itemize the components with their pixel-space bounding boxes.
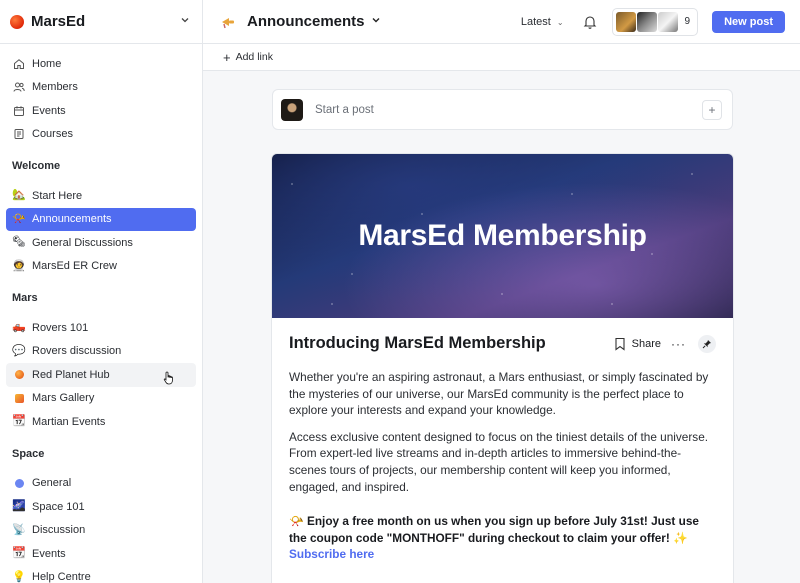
sidebar-item-start-here[interactable]: 🏡 Start Here <box>6 184 196 208</box>
community-name: MarsEd <box>31 13 86 30</box>
more-options-icon[interactable]: ··· <box>671 337 686 351</box>
plus-icon: + <box>223 49 231 65</box>
sidebar-item-space-events[interactable]: 📆 Events <box>6 542 196 566</box>
avatar <box>281 98 303 121</box>
post-paragraph: Whether you're an aspiring astronaut, a … <box>289 370 709 418</box>
post-cover-image: MarsEd Membership <box>272 154 733 318</box>
post-promo: 📯 Enjoy a free month on us when you sign… <box>289 513 716 563</box>
composer-placeholder[interactable]: Start a post <box>315 104 702 116</box>
space-title[interactable]: Announcements <box>247 13 365 30</box>
community-switcher[interactable]: MarsEd <box>0 0 202 44</box>
new-post-button[interactable]: New post <box>712 10 785 33</box>
avatar <box>657 11 678 32</box>
sidebar-item-label: Rovers discussion <box>32 345 122 358</box>
mars-logo-icon <box>10 14 24 29</box>
sidebar-item-label: Members <box>32 81 78 94</box>
sidebar-item-label: Rovers 101 <box>32 321 89 334</box>
post-title[interactable]: Introducing MarsEd Membership <box>289 334 614 353</box>
gallery-icon <box>12 391 26 405</box>
sidebar-item-label: Home <box>32 57 62 70</box>
sidebar-item-label: General <box>32 477 72 490</box>
section-title-mars: Mars <box>12 292 38 304</box>
space-toolbar: + Add link <box>203 44 800 71</box>
astronaut-emoji-icon: 🧑‍🚀 <box>12 259 26 272</box>
cover-title: MarsEd Membership <box>358 219 647 252</box>
sort-dropdown[interactable]: Latest ⌄ <box>521 16 564 28</box>
section-title-welcome: Welcome <box>12 160 61 172</box>
subscribe-link[interactable]: Subscribe here <box>289 547 374 561</box>
add-link-label: Add link <box>235 51 273 63</box>
sidebar-item-members[interactable]: Members <box>6 76 196 100</box>
sidebar-item-mars-gallery[interactable]: Mars Gallery <box>6 387 196 411</box>
sidebar-item-general-discussions[interactable]: 🗞 General Discussions <box>6 231 196 255</box>
chevron-down-icon: ⌄ <box>556 17 564 27</box>
members-avatar-stack[interactable]: 9 <box>611 7 699 36</box>
hand-cursor-icon <box>163 371 173 385</box>
sidebar-item-label: Events <box>32 547 66 560</box>
house-emoji-icon: 🏡 <box>12 189 26 202</box>
sidebar-item-martian-events[interactable]: 📆 Martian Events <box>6 410 196 434</box>
calendar-emoji-icon: 📆 <box>12 547 26 560</box>
sidebar-item-rovers-discussion[interactable]: 💬 Rovers discussion <box>6 340 196 364</box>
rover-emoji-icon: 🛻 <box>12 321 26 334</box>
red-planet-icon <box>12 368 26 382</box>
bell-icon[interactable] <box>582 14 598 30</box>
post-composer[interactable]: Start a post + <box>272 89 733 130</box>
sidebar-item-help-centre[interactable]: 💡 Help Centre <box>6 566 196 583</box>
space-header: Announcements Latest ⌄ 9 New post <box>203 0 800 44</box>
members-icon <box>12 80 26 94</box>
courses-icon <box>12 127 26 141</box>
member-count: 9 <box>684 16 691 27</box>
share-button[interactable]: Share <box>632 338 661 350</box>
sidebar-item-label: Red Planet Hub <box>32 368 110 381</box>
pin-icon[interactable] <box>698 334 716 353</box>
sidebar-item-label: Discussion <box>32 524 86 537</box>
add-link-button[interactable]: + Add link <box>223 51 273 64</box>
post-card: MarsEd Membership Introducing MarsEd Mem… <box>271 153 734 583</box>
chevron-down-icon[interactable] <box>371 15 381 28</box>
sidebar-item-space-101[interactable]: 🌌 Space 101 <box>6 495 196 519</box>
sidebar-item-events[interactable]: Events <box>6 99 196 123</box>
calendar-emoji-icon: 📆 <box>12 415 26 428</box>
sort-label: Latest <box>520 15 551 28</box>
galaxy-emoji-icon: 🌌 <box>12 500 26 513</box>
avatar <box>615 11 636 32</box>
trumpet-icon <box>219 13 237 31</box>
sidebar-item-label: Mars Gallery <box>32 392 95 405</box>
chevron-down-icon <box>180 15 190 28</box>
sidebar-item-courses[interactable]: Courses <box>6 123 196 147</box>
sidebar: MarsEd Home Members Events Courses Welco… <box>0 0 203 583</box>
lightbulb-emoji-icon: 💡 <box>12 570 26 583</box>
sidebar-item-label: Announcements <box>32 213 112 226</box>
sidebar-item-er-crew[interactable]: 🧑‍🚀 MarsEd ER Crew <box>6 255 196 279</box>
newspaper-emoji-icon: 🗞 <box>12 236 26 249</box>
sidebar-item-label: Start Here <box>32 189 83 202</box>
sidebar-item-label: Courses <box>32 128 73 141</box>
bookmark-icon[interactable] <box>614 337 626 351</box>
sidebar-item-label: MarsEd ER Crew <box>32 260 117 273</box>
sidebar-item-home[interactable]: Home <box>6 52 196 76</box>
sidebar-item-label: Martian Events <box>32 415 106 428</box>
satellite-emoji-icon: 📡 <box>12 523 26 536</box>
trumpet-emoji-icon: 📯 <box>12 212 26 225</box>
blue-dot-icon <box>12 476 26 490</box>
avatar <box>636 11 657 32</box>
sidebar-item-discussion[interactable]: 📡 Discussion <box>6 519 196 543</box>
home-icon <box>12 57 26 71</box>
feed: Start a post + MarsEd Membership Introdu… <box>203 71 800 583</box>
sidebar-item-announcements[interactable]: 📯 Announcements <box>6 207 196 231</box>
post-paragraph: Access exclusive content designed to foc… <box>289 429 709 494</box>
sidebar-item-general[interactable]: General <box>6 472 196 496</box>
sidebar-nav: Home Members Events Courses Welcome 🏡 St… <box>0 44 202 583</box>
calendar-icon <box>12 104 26 118</box>
sidebar-item-label: Space 101 <box>32 500 85 513</box>
sidebar-item-label: Help Centre <box>32 571 91 583</box>
section-title-space: Space <box>12 447 45 460</box>
sidebar-item-rovers-101[interactable]: 🛻 Rovers 101 <box>6 316 196 340</box>
promo-text: 📯 Enjoy a free month on us when you sign… <box>289 514 699 545</box>
plus-icon[interactable]: + <box>702 99 722 120</box>
sidebar-item-label: General Discussions <box>32 236 133 249</box>
speech-bubble-emoji-icon: 💬 <box>12 344 26 357</box>
sidebar-item-label: Events <box>32 104 66 117</box>
